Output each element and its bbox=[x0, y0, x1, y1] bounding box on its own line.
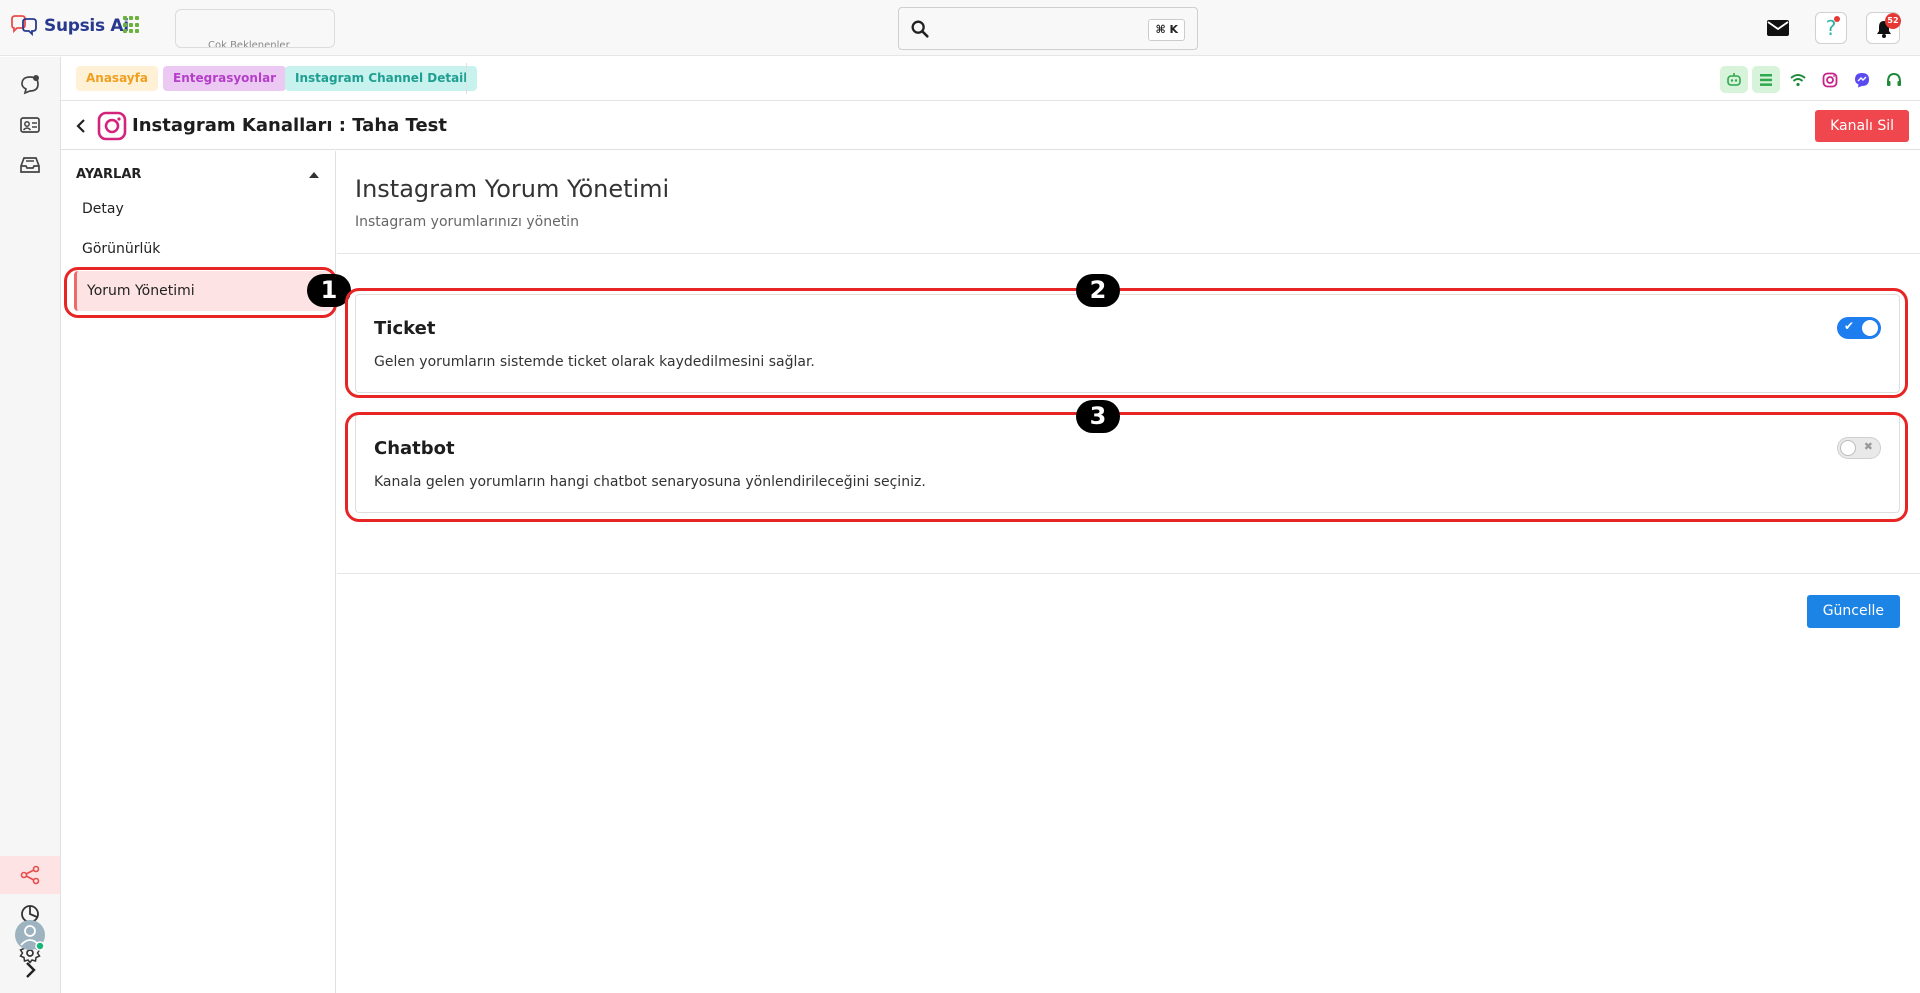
breadcrumb-channel-detail[interactable]: Instagram Channel Detail bbox=[285, 66, 478, 91]
annotation-number-2: 2 bbox=[1076, 274, 1120, 307]
update-button[interactable]: Güncelle bbox=[1806, 595, 1900, 628]
chat-icon[interactable] bbox=[18, 73, 42, 97]
expand-chevron-icon[interactable] bbox=[18, 958, 42, 982]
check-icon: ✔ bbox=[1844, 319, 1855, 333]
settings-item-detay[interactable]: Detay bbox=[82, 201, 124, 217]
quick-access-text: Çok Beklenenler bbox=[208, 40, 290, 48]
settings-section-title[interactable]: AYARLAR bbox=[76, 167, 141, 182]
channel-shortcuts bbox=[1720, 66, 1908, 93]
toggle-knob bbox=[1862, 320, 1878, 336]
section-subtitle: Instagram yorumlarınızı yönetin bbox=[355, 214, 579, 230]
left-rail bbox=[0, 57, 61, 993]
back-arrow-icon[interactable] bbox=[73, 117, 91, 135]
help-button[interactable]: ? bbox=[1815, 12, 1847, 44]
wifi-channel-icon[interactable] bbox=[1784, 66, 1812, 93]
inbox-icon[interactable] bbox=[18, 153, 42, 177]
settings-item-gorunurluk[interactable]: Görünürlük bbox=[82, 241, 160, 257]
delete-channel-button[interactable]: Kanalı Sil bbox=[1815, 110, 1909, 142]
chatbot-card: Chatbot Kanala gelen yorumların hangi ch… bbox=[355, 414, 1900, 513]
caret-up-icon[interactable] bbox=[309, 172, 319, 178]
brand-logo-icon bbox=[11, 15, 37, 37]
global-search-input[interactable]: ⌘ K bbox=[898, 7, 1198, 50]
breadcrumb-home[interactable]: Anasayfa bbox=[76, 66, 158, 91]
instagram-logo-icon bbox=[97, 111, 127, 141]
support-channel-icon[interactable] bbox=[1880, 66, 1908, 93]
user-avatar[interactable] bbox=[14, 919, 46, 951]
breadcrumb: Anasayfa Entegrasyonlar Instagram Channe… bbox=[61, 57, 1920, 101]
main-content: Instagram Yorum Yönetimi Instagram yorum… bbox=[337, 151, 1920, 993]
ticket-card: Ticket Gelen yorumların sistemde ticket … bbox=[355, 294, 1900, 393]
quick-access-box[interactable]: Çok Beklenenler bbox=[175, 9, 335, 48]
search-icon bbox=[911, 20, 929, 38]
list-channel-icon[interactable] bbox=[1752, 66, 1780, 93]
top-bar: Supsis Ai Çok Beklenenler ⌘ K ? 52 bbox=[0, 0, 1920, 56]
divider bbox=[337, 573, 1920, 574]
page-title: Instagram Kanalları : Taha Test bbox=[132, 115, 447, 136]
brand-name: Supsis Ai bbox=[44, 16, 129, 36]
ticket-description: Gelen yorumların sistemde ticket olarak … bbox=[374, 354, 815, 370]
settings-item-yorum-yonetimi[interactable]: Yorum Yönetimi bbox=[74, 271, 331, 311]
apps-grid-icon[interactable] bbox=[123, 16, 141, 34]
notification-count-badge: 52 bbox=[1885, 13, 1901, 29]
divider bbox=[337, 253, 1920, 254]
help-alert-dot bbox=[1834, 16, 1840, 22]
messenger-channel-icon[interactable] bbox=[1848, 66, 1876, 93]
toggle-knob bbox=[1840, 440, 1856, 456]
cross-icon: ✖ bbox=[1863, 440, 1873, 453]
chatbot-title: Chatbot bbox=[374, 438, 455, 459]
mail-icon[interactable] bbox=[1766, 19, 1790, 37]
search-shortcut-badge: ⌘ K bbox=[1148, 19, 1185, 41]
annotation-number-3: 3 bbox=[1076, 400, 1120, 433]
share-integrations-icon[interactable] bbox=[18, 863, 42, 887]
ticket-toggle[interactable]: ✔ bbox=[1837, 317, 1881, 339]
contacts-icon[interactable] bbox=[18, 113, 42, 137]
bot-channel-icon[interactable] bbox=[1720, 66, 1748, 93]
chatbot-description: Kanala gelen yorumların hangi chatbot se… bbox=[374, 474, 926, 490]
instagram-channel-icon[interactable] bbox=[1816, 66, 1844, 93]
channel-header: Instagram Kanalları : Taha Test Kanalı S… bbox=[61, 102, 1920, 150]
settings-sidebar: AYARLAR Detay Görünürlük Yorum Yönetimi bbox=[61, 151, 336, 993]
brand[interactable]: Supsis Ai bbox=[10, 15, 129, 37]
section-title: Instagram Yorum Yönetimi bbox=[355, 175, 670, 203]
annotation-number-1: 1 bbox=[307, 274, 351, 307]
ticket-title: Ticket bbox=[374, 318, 436, 339]
breadcrumb-divider bbox=[466, 63, 467, 94]
chatbot-toggle[interactable]: ✖ bbox=[1837, 437, 1881, 459]
breadcrumb-integrations[interactable]: Entegrasyonlar bbox=[163, 66, 287, 91]
notifications-button[interactable]: 52 bbox=[1866, 12, 1901, 44]
